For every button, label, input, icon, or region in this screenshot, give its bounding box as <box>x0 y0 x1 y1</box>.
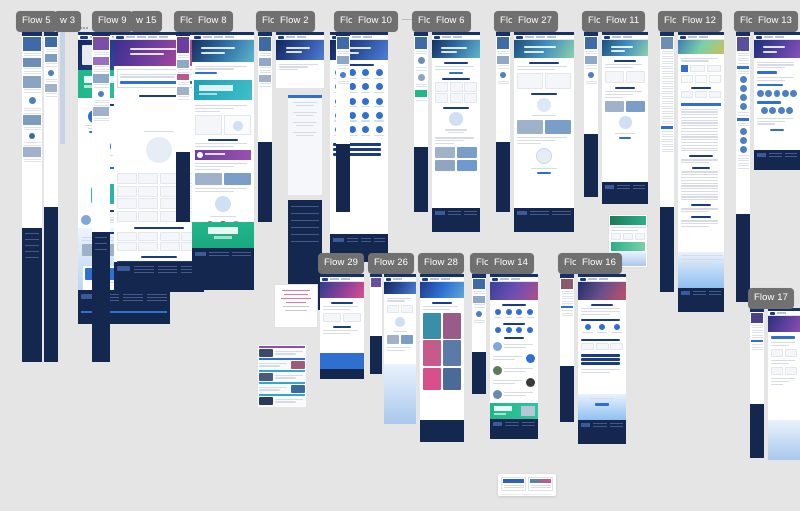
floating-preview-card[interactable] <box>498 474 556 496</box>
group-label[interactable]: Flow 11 <box>600 11 646 32</box>
artboard-thumbnail[interactable] <box>754 32 800 170</box>
group-label[interactable]: Flow 9 <box>92 11 133 32</box>
artboard-thumbnail[interactable] <box>584 32 598 197</box>
artboard-thumbnail[interactable] <box>602 32 648 204</box>
artboard-thumbnail[interactable] <box>276 32 324 88</box>
artboard-thumbnail[interactable] <box>288 95 322 195</box>
group-label[interactable]: Flow 28 <box>418 253 464 274</box>
group-label[interactable]: Flow 17 <box>748 288 794 309</box>
artboard-dots <box>80 27 88 29</box>
artboard-thumbnail[interactable] <box>414 32 428 212</box>
group-label[interactable]: w 3 <box>54 11 82 32</box>
artboard-thumbnail[interactable] <box>274 284 318 328</box>
artboard-thumbnail[interactable] <box>114 32 204 292</box>
group-label[interactable]: Flow 8 <box>192 11 233 32</box>
artboard-thumbnail[interactable] <box>384 274 416 424</box>
artboard-thumbnail[interactable] <box>336 32 350 212</box>
artboard-thumbnail[interactable] <box>320 274 364 379</box>
artboard-thumbnail[interactable] <box>496 32 510 212</box>
artboard-thumbnail[interactable] <box>736 32 750 302</box>
artboard-thumbnail[interactable] <box>678 32 724 312</box>
group-label[interactable]: Flow 12 <box>676 11 722 32</box>
group-label[interactable]: Flow 6 <box>430 11 471 32</box>
artboard-thumbnail[interactable] <box>192 32 254 290</box>
artboard-thumbnail[interactable] <box>578 274 626 444</box>
artboard-thumbnail[interactable] <box>176 32 190 222</box>
artboard-thumbnail[interactable] <box>258 345 306 407</box>
artboard-thumbnail[interactable] <box>370 274 382 374</box>
artboard-thumbnail[interactable] <box>92 32 110 362</box>
artboard-thumbnail[interactable] <box>560 274 574 422</box>
artboard-thumbnail[interactable] <box>514 32 574 232</box>
artboard-thumbnail[interactable] <box>420 274 464 442</box>
group-label[interactable]: Flow 29 <box>318 253 364 274</box>
artboard-thumbnail[interactable] <box>660 32 674 292</box>
artboard-thumbnail[interactable] <box>60 32 65 144</box>
group-label[interactable]: Flow 13 <box>752 11 798 32</box>
design-canvas[interactable]: Flow 5w 3 Flow 9w 15 Flo Flow 8 Flo Flow 2 Flo… <box>0 0 800 511</box>
group-label[interactable]: Flow 10 <box>352 11 398 32</box>
artboard-thumbnail[interactable] <box>22 32 42 362</box>
artboard-thumbnail[interactable] <box>258 32 272 222</box>
group-label[interactable]: Flow 27 <box>512 11 558 32</box>
group-label[interactable]: Flow 2 <box>274 11 315 32</box>
artboard-thumbnail[interactable] <box>768 308 800 460</box>
group-label[interactable]: w 15 <box>130 11 163 32</box>
group-label[interactable]: Flow 26 <box>368 253 414 274</box>
group-label[interactable]: Flow 14 <box>488 253 534 274</box>
artboard-thumbnail[interactable] <box>490 274 538 439</box>
artboard-thumbnail[interactable] <box>432 32 480 232</box>
artboard-thumbnail[interactable] <box>750 308 764 458</box>
artboard-thumbnail[interactable] <box>44 32 58 362</box>
group-label[interactable]: Flow 16 <box>576 253 622 274</box>
group-label[interactable]: Flow 5 <box>16 11 57 32</box>
artboard-thumbnail[interactable] <box>472 274 486 394</box>
